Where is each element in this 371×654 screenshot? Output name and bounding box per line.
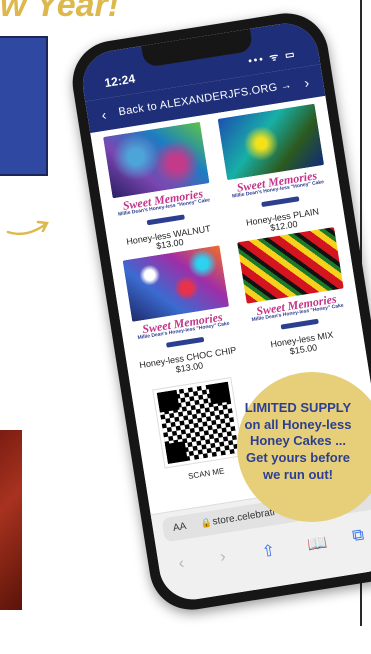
product-card-mix[interactable]: Sweet Memories Millie Dean's Honey-less …	[233, 226, 357, 362]
bookmarks-icon[interactable]: 📖	[306, 532, 329, 555]
phone-notch	[141, 28, 254, 68]
badge-text: LIMITED SUPPLY on all Honey-less Honey C…	[237, 400, 359, 483]
qr-code	[152, 376, 244, 469]
product-card-walnut[interactable]: Sweet Memories Millie Dean's Honey-less …	[99, 121, 223, 257]
badge-line: LIMITED SUPPLY	[244, 400, 352, 415]
brand-ribbon	[166, 337, 205, 349]
back-arrow-icon[interactable]: ‹	[177, 555, 185, 574]
status-time: 12:24	[103, 71, 137, 91]
lock-icon: 🔒	[199, 516, 213, 529]
product-card-choc-chip[interactable]: Sweet Memories Millie Dean's Honey-less …	[119, 244, 243, 380]
signal-battery-icon: ••• ᯤ ▭	[247, 48, 298, 68]
badge-line: on all Honey-less	[244, 416, 352, 432]
share-icon[interactable]: ⇧	[260, 540, 277, 562]
badge-line: Get yours before	[245, 449, 351, 465]
phone-frame: 12:24 ••• ᯤ ▭ ‹ Back to ALEXANDERJFS.ORG…	[66, 7, 371, 616]
product-card-plain[interactable]: Sweet Memories Millie Dean's Honey-less …	[213, 103, 337, 239]
phone-wrap: 12:24 ••• ᯤ ▭ ‹ Back to ALEXANDERJFS.ORG…	[20, 0, 371, 654]
text-size-button[interactable]: AA	[172, 521, 187, 534]
product-grid: Sweet Memories Millie Dean's Honey-less …	[99, 103, 357, 385]
badge-line: we run out!	[262, 466, 334, 482]
tabs-icon[interactable]: ⧉	[351, 526, 365, 546]
url-text[interactable]: store.celebrati	[212, 507, 276, 528]
badge-line: Honey Cakes ...	[249, 433, 347, 449]
cake-photo	[0, 430, 22, 610]
forward-arrow-icon[interactable]: ›	[219, 548, 227, 567]
brand-ribbon	[260, 195, 300, 207]
brand-ribbon	[146, 213, 186, 225]
brand-ribbon	[280, 319, 319, 331]
